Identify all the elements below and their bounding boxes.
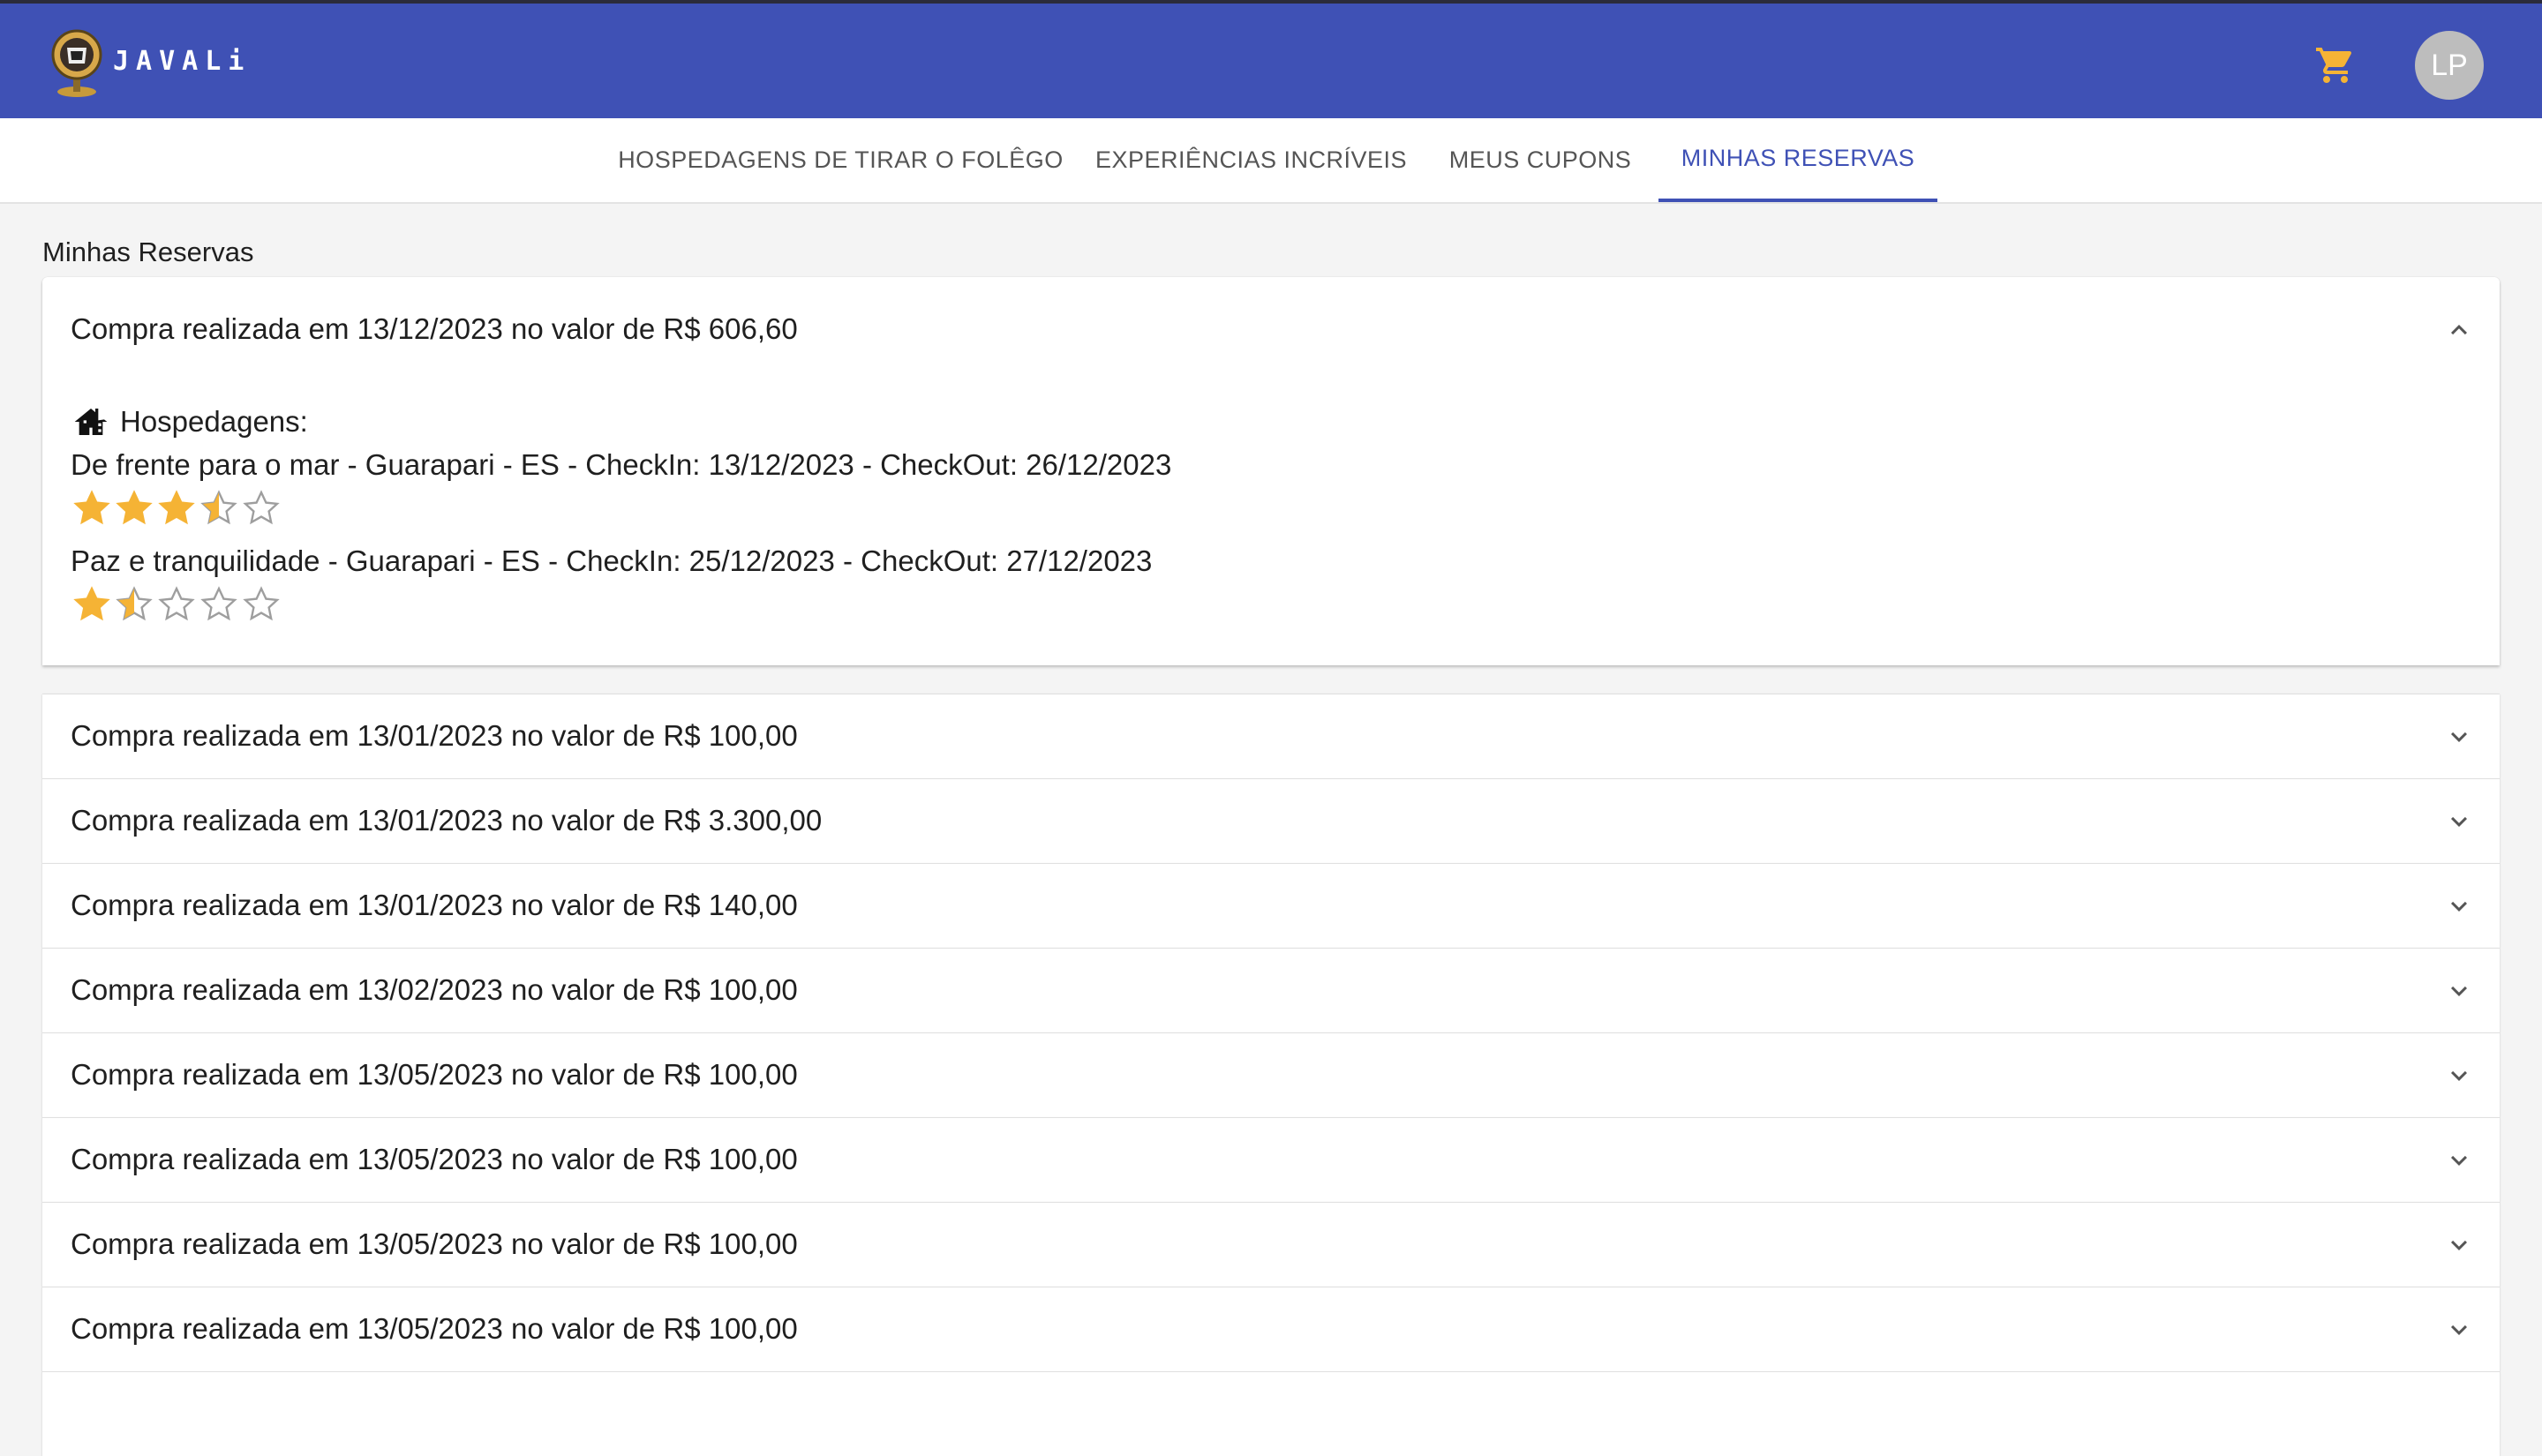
hospedagens-label: Hospedagens: bbox=[120, 405, 308, 438]
star-half-icon[interactable] bbox=[198, 489, 240, 528]
reservation-row[interactable]: Compra realizada em 13/02/2023 no valor … bbox=[42, 948, 2500, 1032]
star-empty-icon[interactable] bbox=[240, 489, 282, 528]
purchase-title: Compra realizada em 13/02/2023 no valor … bbox=[71, 973, 798, 1006]
chevron-down-icon[interactable] bbox=[2443, 1060, 2475, 1092]
reservation-row[interactable]: Compra realizada em 13/01/2023 no valor … bbox=[42, 694, 2500, 778]
expanded-reservation-panel: Compra realizada em 13/12/2023 no valor … bbox=[42, 277, 2500, 665]
star-empty-icon[interactable] bbox=[240, 585, 282, 624]
brand-name: JAVALi bbox=[113, 46, 252, 77]
reservation-row[interactable]: Compra realizada em 13/05/2023 no valor … bbox=[42, 1287, 2500, 1371]
star-half-icon[interactable] bbox=[113, 585, 155, 624]
reservation-row[interactable]: Compra realizada em 13/01/2023 no valor … bbox=[42, 778, 2500, 863]
purchase-title: Compra realizada em 13/05/2023 no valor … bbox=[71, 1227, 798, 1260]
star-full-icon[interactable] bbox=[71, 489, 113, 528]
chevron-down-icon[interactable] bbox=[2443, 721, 2475, 753]
tab-minhas-reservas[interactable]: MINHAS RESERVAS bbox=[1658, 118, 1937, 202]
tab-meus-cupons[interactable]: MEUS CUPONS bbox=[1440, 118, 1640, 202]
reservation-row-partial[interactable] bbox=[42, 1371, 2500, 1456]
star-full-icon[interactable] bbox=[113, 489, 155, 528]
chevron-down-icon[interactable] bbox=[2443, 1229, 2475, 1261]
reservation-row[interactable]: Compra realizada em 13/05/2023 no valor … bbox=[42, 1202, 2500, 1287]
top-app-bar: JAVALi LP bbox=[0, 0, 2542, 118]
purchase-title: Compra realizada em 13/12/2023 no valor … bbox=[71, 312, 798, 345]
star-empty-icon[interactable] bbox=[155, 585, 198, 624]
expanded-panel-header[interactable]: Compra realizada em 13/12/2023 no valor … bbox=[42, 277, 2500, 385]
chevron-down-icon[interactable] bbox=[2443, 890, 2475, 922]
user-avatar[interactable]: LP bbox=[2415, 31, 2484, 100]
star-full-icon[interactable] bbox=[71, 585, 113, 624]
shopping-cart-icon[interactable] bbox=[2314, 44, 2357, 86]
reservation-row[interactable]: Compra realizada em 13/01/2023 no valor … bbox=[42, 863, 2500, 948]
chevron-down-icon[interactable] bbox=[2443, 1314, 2475, 1346]
page-title: Minhas Reservas bbox=[42, 236, 254, 267]
reservation-row[interactable]: Compra realizada em 13/05/2023 no valor … bbox=[42, 1117, 2500, 1202]
star-full-icon[interactable] bbox=[155, 489, 198, 528]
chevron-down-icon[interactable] bbox=[2443, 1145, 2475, 1176]
purchase-title: Compra realizada em 13/01/2023 no valor … bbox=[71, 804, 823, 837]
purchase-title: Compra realizada em 13/05/2023 no valor … bbox=[71, 1058, 798, 1091]
tab-experiencias[interactable]: EXPERIÊNCIAS INCRÍVEIS bbox=[1090, 118, 1412, 202]
reservation-row[interactable]: Compra realizada em 13/05/2023 no valor … bbox=[42, 1032, 2500, 1117]
star-rating[interactable] bbox=[71, 489, 282, 528]
star-rating[interactable] bbox=[71, 585, 282, 624]
purchase-title: Compra realizada em 13/01/2023 no valor … bbox=[71, 889, 798, 921]
stay-line: Paz e tranquilidade - Guarapari - ES - C… bbox=[71, 544, 1153, 577]
hospedagens-heading: Hospedagens: bbox=[71, 404, 308, 439]
logo-icon[interactable] bbox=[49, 28, 104, 99]
stay-line: De frente para o mar - Guarapari - ES - … bbox=[71, 448, 1172, 481]
tab-hospedagens[interactable]: HOSPEDAGENS DE TIRAR O FOLÊGO bbox=[618, 118, 1064, 202]
purchase-title: Compra realizada em 13/05/2023 no valor … bbox=[71, 1143, 798, 1175]
chevron-down-icon[interactable] bbox=[2443, 806, 2475, 837]
tab-bar: HOSPEDAGENS DE TIRAR O FOLÊGO EXPERIÊNCI… bbox=[0, 118, 2542, 204]
reservations-list: Compra realizada em 13/01/2023 no valor … bbox=[42, 694, 2500, 1456]
house-icon bbox=[74, 409, 108, 435]
chevron-up-icon[interactable] bbox=[2443, 314, 2475, 346]
chevron-down-icon[interactable] bbox=[2443, 975, 2475, 1007]
purchase-title: Compra realizada em 13/01/2023 no valor … bbox=[71, 719, 798, 752]
star-empty-icon[interactable] bbox=[198, 585, 240, 624]
purchase-title: Compra realizada em 13/05/2023 no valor … bbox=[71, 1312, 798, 1345]
